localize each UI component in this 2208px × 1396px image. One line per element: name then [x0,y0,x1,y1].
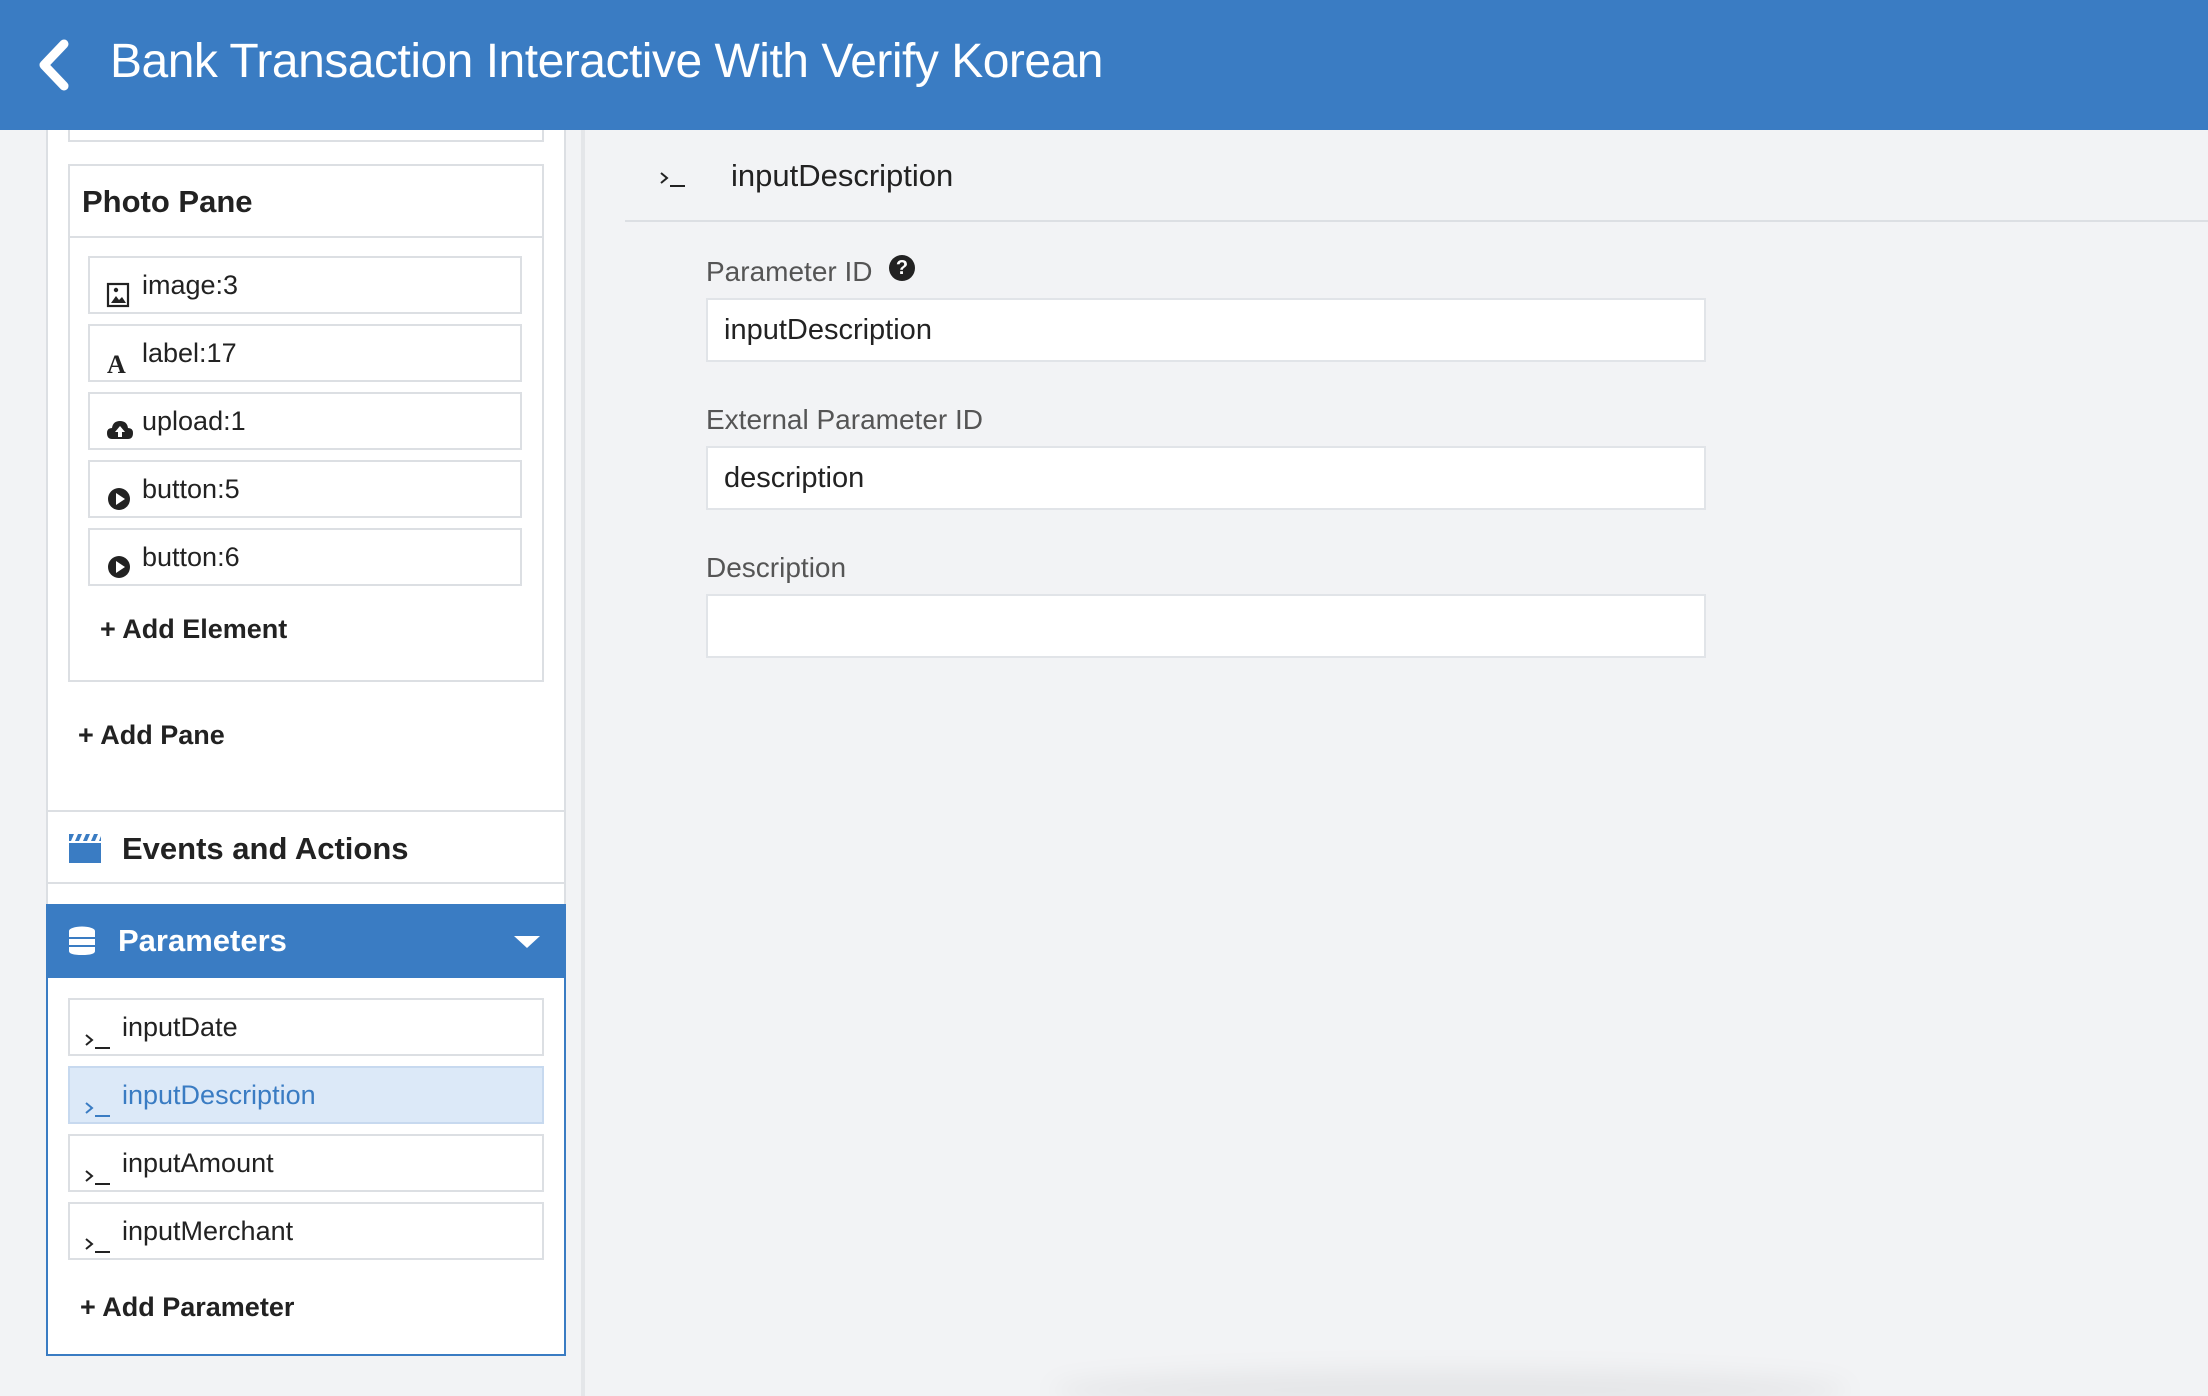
play-circle-icon [106,476,132,510]
parameter-label: inputAmount [122,1148,274,1178]
parameter-id-label: Parameter ID [706,256,873,287]
chevron-down-icon[interactable] [514,936,540,948]
terminal-icon [84,1016,112,1049]
section-label: Parameters [118,923,287,958]
parameter-item-inputAmount[interactable]: inputAmount [68,1134,544,1192]
app-title: Bank Transaction Interactive With Verify… [110,35,1103,88]
add-element-button[interactable]: + Add Element [100,614,287,645]
cloud-upload-icon [106,408,133,439]
element-button-5[interactable]: button:5 [88,460,522,518]
parameter-id-input[interactable] [706,298,1706,362]
svg-text:A: A [107,350,126,376]
parameter-item-inputDescription[interactable]: inputDescription [68,1066,544,1124]
element-label: image:3 [142,270,239,300]
parameters-section-header[interactable]: Parameters [46,904,566,978]
terminal-icon [84,1152,112,1185]
database-icon [68,926,96,956]
text-label-icon: A [106,340,132,379]
element-label: button:6 [142,542,240,572]
pane-title[interactable]: Photo Pane [70,166,542,238]
external-parameter-id-input[interactable] [706,446,1706,510]
element-label: button:5 [142,474,240,504]
main-panel: inputDescription Parameter ID ? External… [589,130,2208,1396]
description-label: Description [706,552,847,583]
parameter-item-inputMerchant[interactable]: inputMerchant [68,1202,544,1260]
element-upload-1[interactable]: upload:1 [88,392,522,450]
clapperboard-icon [68,832,102,864]
description-input[interactable] [706,594,1706,658]
element-button-6[interactable]: button:6 [88,528,522,586]
sidebar: Photo Pane image:3 A label:17 upload:1 b… [0,130,585,1396]
section-label: Events and Actions [122,831,409,866]
parameter-label: inputDescription [122,1080,316,1110]
play-circle-icon [106,544,132,578]
terminal-icon [84,1220,112,1253]
external-parameter-id-label: External Parameter ID [706,404,983,435]
parameter-item-inputDate[interactable]: inputDate [68,998,544,1056]
image-icon [106,272,132,308]
terminal-icon [659,168,687,190]
element-image-3[interactable]: image:3 [88,256,522,314]
chevron-left-icon[interactable] [34,38,74,92]
previous-pane-card [68,130,544,142]
parameter-label: inputMerchant [122,1216,294,1246]
element-label: label:17 [142,338,237,368]
parameter-header: inputDescription [625,130,2208,222]
add-pane-button[interactable]: + Add Pane [78,720,225,751]
parameter-label: inputDate [122,1012,238,1042]
element-label-17[interactable]: A label:17 [88,324,522,382]
element-label: upload:1 [142,406,246,436]
events-and-actions-section[interactable]: Events and Actions [46,810,566,884]
terminal-icon [84,1084,112,1117]
parameters-list: inputDate inputDescription inputAmount i… [46,978,566,1356]
help-icon[interactable]: ? [889,255,915,281]
top-bar: Bank Transaction Interactive With Verify… [0,0,2208,130]
add-parameter-button[interactable]: + Add Parameter [80,1292,294,1323]
parameter-title: inputDescription [731,158,954,193]
